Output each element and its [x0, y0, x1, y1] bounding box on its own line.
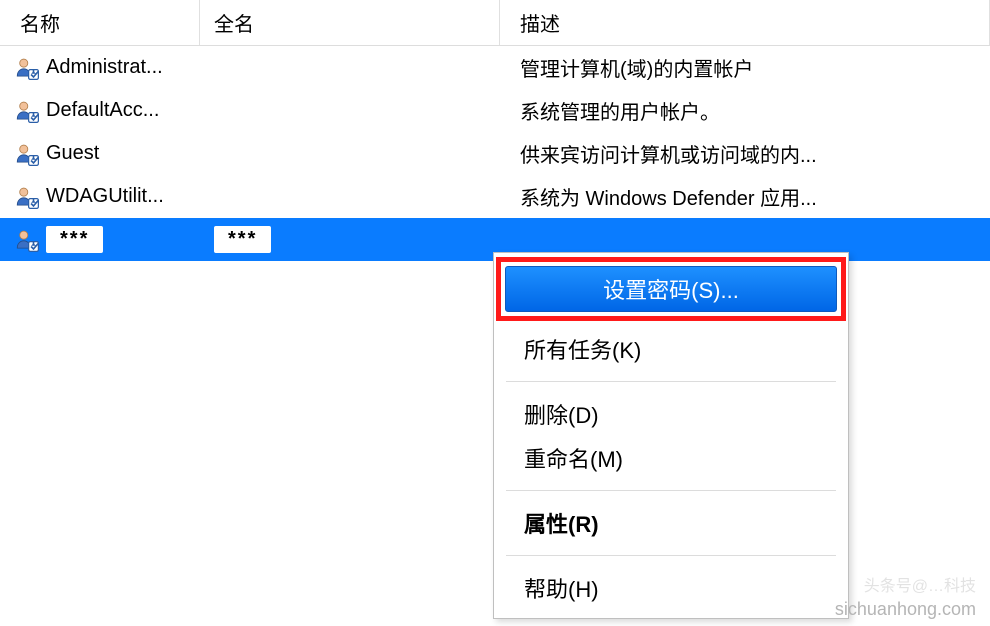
column-header-name[interactable]: 名称 [0, 0, 200, 45]
watermark-top: 头条号@…科技 [864, 572, 976, 596]
context-menu: 设置密码(S)... 所有任务(K) 删除(D) 重命名(M) 属性(R) 帮助… [493, 252, 849, 619]
table-row[interactable]: Administrat... 管理计算机(域)的内置帐户 [0, 46, 990, 89]
column-header-description[interactable]: 描述 [500, 0, 990, 45]
user-name-label: Guest [46, 142, 99, 165]
user-icon [14, 55, 40, 81]
user-icon [14, 55, 40, 81]
cell-description: 系统管理的用户帐户。 [500, 96, 990, 125]
user-icon [14, 98, 40, 124]
menu-item-all-tasks[interactable]: 所有任务(K) [500, 327, 842, 371]
highlight-annotation: 设置密码(S)... [496, 257, 846, 321]
table-row[interactable]: DefaultAcc... 系统管理的用户帐户。 [0, 89, 990, 132]
table-row[interactable]: Guest 供来宾访问计算机或访问域的内... [0, 132, 990, 175]
user-icon [14, 141, 40, 167]
cell-name: WDAGUtilit... [0, 184, 200, 210]
user-fullname-label: *** [214, 226, 271, 253]
user-icon [14, 184, 40, 210]
user-list: Administrat... 管理计算机(域)的内置帐户 DefaultAcc..… [0, 46, 990, 261]
menu-item-rename[interactable]: 重命名(M) [500, 436, 842, 480]
menu-item-properties[interactable]: 属性(R) [500, 501, 842, 545]
user-icon [14, 98, 40, 124]
watermark: sichuanhong.com [835, 599, 976, 620]
cell-name: Guest [0, 141, 200, 167]
cell-fullname: *** [200, 226, 500, 253]
menu-separator [506, 381, 836, 382]
cell-description: 供来宾访问计算机或访问域的内... [500, 139, 990, 168]
table-header: 名称 全名 描述 [0, 0, 990, 46]
menu-separator [506, 555, 836, 556]
user-name-label: Administrat... [46, 56, 163, 79]
menu-item-delete[interactable]: 删除(D) [500, 392, 842, 436]
user-name-label: *** [46, 226, 103, 253]
cell-name: Administrat... [0, 55, 200, 81]
user-name-label: DefaultAcc... [46, 99, 159, 122]
menu-item-help[interactable]: 帮助(H) [500, 566, 842, 610]
cell-description: 系统为 Windows Defender 应用... [500, 182, 990, 211]
user-icon [14, 141, 40, 167]
user-icon [14, 184, 40, 210]
user-icon [14, 227, 40, 253]
column-header-fullname[interactable]: 全名 [200, 0, 500, 45]
menu-item-set-password[interactable]: 设置密码(S)... [505, 266, 837, 312]
cell-name: *** [0, 226, 200, 253]
table-row[interactable]: WDAGUtilit... 系统为 Windows Defender 应用... [0, 175, 990, 218]
menu-separator [506, 490, 836, 491]
cell-description: 管理计算机(域)的内置帐户 [500, 53, 990, 82]
cell-name: DefaultAcc... [0, 98, 200, 124]
user-name-label: WDAGUtilit... [46, 185, 164, 208]
user-icon [14, 227, 40, 253]
